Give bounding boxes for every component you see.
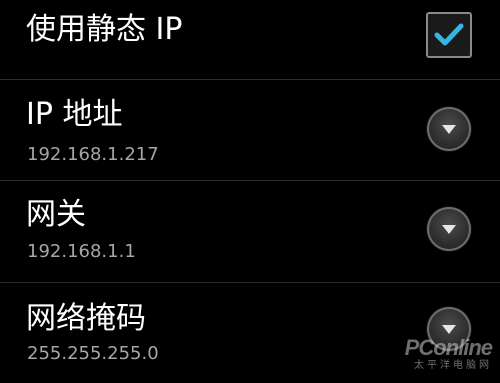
netmask-label: 网络掩码 xyxy=(26,301,146,336)
ip-address-label: IP 地址 xyxy=(26,97,123,132)
gateway-value: 192.168.1.1 xyxy=(27,241,136,262)
ip-address-dropdown-button[interactable] xyxy=(427,107,471,151)
watermark-subtitle: 太平洋电脑网 xyxy=(414,360,492,371)
static-ip-label: 使用静态 IP xyxy=(26,12,183,47)
gateway-dropdown-button[interactable] xyxy=(427,207,471,251)
gateway-row[interactable]: 网关 192.168.1.1 xyxy=(0,181,500,283)
ip-address-value: 192.168.1.217 xyxy=(27,144,159,165)
static-ip-checkbox[interactable] xyxy=(426,12,472,58)
pconline-watermark: PConline 太平洋电脑网 xyxy=(404,335,493,371)
chevron-down-icon xyxy=(442,125,456,134)
checkmark-icon xyxy=(434,23,464,46)
ip-address-row[interactable]: IP 地址 192.168.1.217 xyxy=(0,80,500,181)
gateway-label: 网关 xyxy=(26,197,86,232)
netmask-value: 255.255.255.0 xyxy=(27,343,159,364)
watermark-brand: PConline xyxy=(404,335,493,360)
static-ip-row[interactable]: 使用静态 IP xyxy=(0,0,500,80)
chevron-down-icon xyxy=(442,225,456,234)
chevron-down-icon xyxy=(442,325,456,334)
